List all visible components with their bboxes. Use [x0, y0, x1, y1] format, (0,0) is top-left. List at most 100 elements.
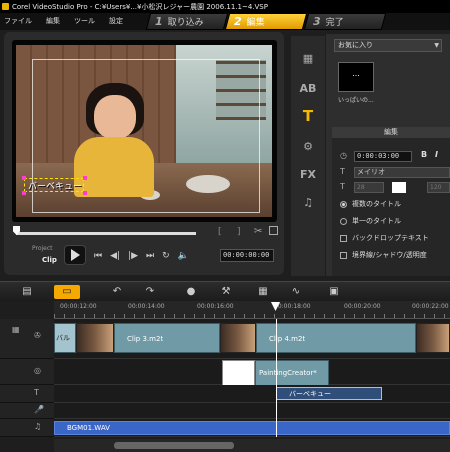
tab-share[interactable]: 3 完了 — [303, 13, 387, 30]
clip-label: PaintingCreator* — [259, 369, 317, 377]
video-clip-1[interactable]: バル — [54, 323, 76, 353]
scrollbar-thumb[interactable] — [114, 442, 234, 449]
preview-timecode[interactable]: 00:00:00:00 — [220, 249, 274, 262]
transport-controls: ⏮ ◀| |▶ ⏭ ↻ 🔈 — [94, 251, 197, 261]
edit-panel-header[interactable]: 編集 — [332, 127, 450, 138]
clip-label: Clip 3.m2t — [127, 335, 164, 343]
line-spacing-field[interactable]: 120 — [427, 182, 450, 193]
storyboard-view-icon[interactable]: ▤ — [18, 285, 36, 299]
film-reel-icon: ✇ — [34, 331, 41, 340]
music-track-icon: ♫ — [34, 422, 42, 431]
project-mode-label[interactable]: Project — [32, 245, 53, 252]
title-track[interactable]: バーベキュー — [54, 385, 450, 403]
timeline-ruler[interactable]: 00:00:12:00 00:00:14:00 00:00:16:00 00:0… — [54, 301, 450, 319]
clip-mode-label[interactable]: Clip — [42, 256, 57, 264]
tab-edit[interactable]: 2 編集 — [224, 13, 308, 30]
audio-wave-icon[interactable]: ∿ — [287, 285, 305, 299]
menu-edit[interactable]: 編集 — [46, 16, 60, 26]
ruler-label: 00:00:14:00 — [128, 303, 165, 310]
title-clip[interactable]: バーベキュー — [276, 387, 382, 400]
window-title: Corel VideoStudio Pro - C:¥Users¥...¥小松沢… — [12, 2, 268, 11]
preview-panel: バーベキュー [ ] ✂ Project Clip ⏮ ◀| |▶ ⏭ ↻ 🔈 … — [4, 32, 284, 275]
mark-out-button[interactable]: ] — [237, 227, 241, 237]
record-capture-icon[interactable]: ● — [182, 285, 200, 299]
media-icon[interactable]: ▦ — [297, 48, 319, 68]
timeline-toolbar: ▤ ▭ ↶ ↷ ● ⚒ ▦ ∿ ▣ — [0, 281, 450, 301]
graphic-icon[interactable]: ⚙ — [297, 136, 319, 156]
step-label: 編集 — [246, 18, 265, 28]
go-end-icon[interactable]: ⏭ — [146, 251, 154, 261]
step-label: 取り込み — [167, 18, 204, 28]
transition-icon[interactable]: AB — [297, 78, 319, 98]
radio-button[interactable] — [340, 217, 347, 225]
go-start-icon[interactable]: ⏮ — [94, 251, 102, 261]
multi-title-option[interactable]: 複数のタイトル — [340, 199, 401, 209]
step-number: 3 — [313, 15, 321, 28]
option-label: 単一のタイトル — [352, 217, 401, 225]
option-label: 境界線/シャドウ/透明度 — [352, 251, 427, 259]
italic-button[interactable]: I — [435, 150, 438, 159]
title-icon[interactable]: T — [297, 106, 319, 126]
font-select[interactable]: メイリオ — [354, 167, 450, 178]
backdrop-text-option[interactable]: バックドロップテキスト — [340, 233, 429, 243]
checkbox[interactable] — [340, 234, 347, 242]
option-label: バックドロップテキスト — [352, 234, 429, 242]
title-text-box[interactable]: バーベキュー — [24, 178, 84, 192]
radio-button[interactable] — [340, 200, 347, 208]
scissors-icon[interactable]: ✂ — [254, 226, 262, 237]
volume-icon[interactable]: 🔈 — [178, 251, 189, 261]
bold-button[interactable]: B — [421, 150, 427, 159]
app-logo-icon — [2, 3, 9, 10]
menu-settings[interactable]: 設定 — [109, 16, 123, 26]
step-number: 1 — [155, 15, 163, 28]
mark-in-button[interactable]: [ — [218, 227, 222, 237]
video-clip-3[interactable]: Clip 4.m2t — [256, 323, 416, 353]
music-track-header: ♫ — [0, 419, 54, 437]
menu-tools[interactable]: ツール — [74, 16, 95, 26]
font-color-swatch[interactable] — [392, 182, 406, 193]
clock-icon: ◷ — [340, 151, 347, 160]
mix-icon[interactable]: ⚒ — [217, 285, 235, 299]
voice-track[interactable] — [54, 403, 450, 419]
border-shadow-button[interactable]: 境界線/シャドウ/透明度 — [340, 250, 427, 260]
single-title-option[interactable]: 単一のタイトル — [340, 216, 401, 226]
chapter-icon[interactable]: ▦ — [254, 285, 272, 299]
menu-file[interactable]: ファイル — [4, 16, 32, 26]
music-track[interactable]: BGM01.WAV — [54, 419, 450, 437]
undo-icon[interactable]: ↶ — [110, 285, 124, 299]
tab-capture[interactable]: 1 取り込み — [145, 13, 229, 30]
copy-icon[interactable] — [269, 226, 278, 235]
timeline-scrollbar[interactable] — [54, 439, 450, 452]
music-icon[interactable]: ♫ — [297, 192, 319, 212]
scrub-bar[interactable] — [16, 232, 196, 235]
video-track[interactable]: バル Clip 3.m2t Clip 4.m2t — [54, 319, 450, 359]
clip-label: BGM01.WAV — [67, 424, 110, 432]
play-button[interactable] — [64, 245, 86, 265]
title-preset-thumbnail[interactable]: ... — [338, 62, 374, 92]
font-size-select[interactable]: 28 — [354, 182, 384, 193]
step-number: 2 — [234, 15, 242, 28]
duration-field[interactable]: 0:00:03:00 — [354, 151, 412, 162]
title-track-icon: T — [34, 388, 39, 397]
video-clip-2[interactable]: Clip 3.m2t — [114, 323, 220, 353]
overlay-track[interactable]: PaintingCreator* — [54, 359, 450, 390]
timeline-view-icon[interactable]: ▭ — [54, 285, 80, 299]
library-category-bar: ▦ AB T ⚙ FX ♫ — [291, 36, 325, 276]
font-size-icon: T — [340, 182, 345, 191]
music-clip[interactable]: BGM01.WAV — [54, 421, 450, 435]
ruler-label: 00:00:16:00 — [197, 303, 234, 310]
prev-frame-icon[interactable]: ◀| — [110, 251, 120, 261]
overlay-track-icon: ◎ — [34, 366, 41, 375]
next-frame-icon[interactable]: |▶ — [128, 251, 138, 261]
redo-icon[interactable]: ↷ — [143, 285, 157, 299]
playhead-line — [276, 319, 277, 437]
track-manager-icon[interactable]: ▣ — [325, 285, 343, 299]
library-dropdown[interactable]: お気に入り — [334, 39, 442, 52]
option-label: 複数のタイトル — [352, 200, 401, 208]
preview-screen[interactable]: バーベキュー — [12, 40, 277, 222]
ruler-label: 00:00:22:00 — [412, 303, 449, 310]
fx-icon[interactable]: FX — [297, 164, 319, 184]
video-track-icon[interactable]: ▦ — [12, 325, 20, 334]
repeat-icon[interactable]: ↻ — [162, 251, 170, 261]
thumbnail-label: いっぱいの... — [338, 97, 374, 104]
